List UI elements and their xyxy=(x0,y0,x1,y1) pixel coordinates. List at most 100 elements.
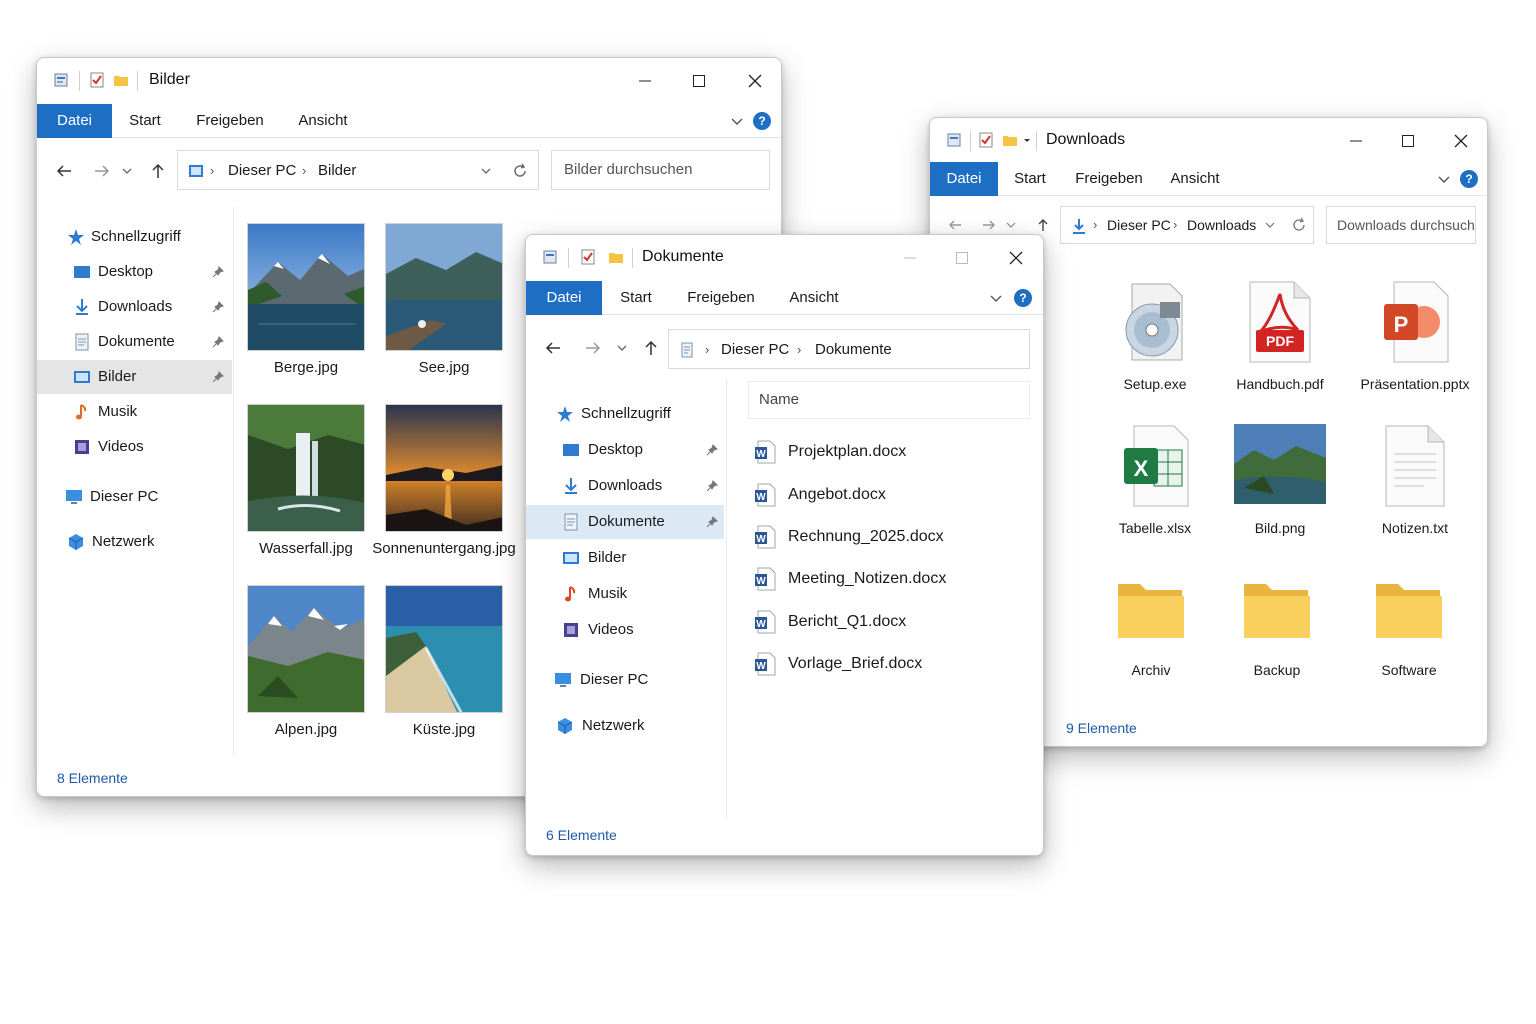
minimize-button[interactable] xyxy=(629,66,661,96)
pin-icon[interactable] xyxy=(212,301,224,313)
chevron-down-icon[interactable] xyxy=(1265,220,1275,230)
title-bar[interactable]: Dokumente xyxy=(526,235,1043,281)
tab-datei[interactable]: Datei xyxy=(930,162,998,196)
minimize-button[interactable] xyxy=(894,243,926,273)
breadcrumb-dieser-pc[interactable]: Dieser PC xyxy=(1107,217,1171,233)
forward-button[interactable] xyxy=(580,335,606,361)
sidebar-item-schnellzugriff[interactable]: Schnellzugriff xyxy=(37,220,232,254)
tab-freigeben[interactable]: Freigeben xyxy=(682,281,760,315)
pin-icon[interactable] xyxy=(706,444,718,456)
chevron-down-icon[interactable] xyxy=(480,165,492,177)
address-bar[interactable]: › Dieser PC › Downloads xyxy=(1060,206,1314,244)
new-folder-icon[interactable] xyxy=(608,249,624,265)
refresh-button[interactable] xyxy=(507,158,533,184)
pin-icon[interactable] xyxy=(212,266,224,278)
folder-item[interactable]: Archiv xyxy=(1086,576,1216,696)
up-button[interactable] xyxy=(638,335,664,361)
maximize-button[interactable] xyxy=(946,243,978,273)
column-header-name[interactable]: Name xyxy=(748,381,1030,419)
refresh-button[interactable] xyxy=(1286,212,1312,238)
file-item[interactable]: Bild.png xyxy=(1215,424,1345,544)
breadcrumb-dokumente[interactable]: Dokumente xyxy=(815,341,892,358)
sidebar-item-videos[interactable]: Videos xyxy=(526,613,724,647)
sidebar-item-musik[interactable]: Musik xyxy=(526,577,724,611)
maximize-button[interactable] xyxy=(1392,126,1424,156)
tab-start[interactable]: Start xyxy=(614,281,658,315)
tab-freigeben[interactable]: Freigeben xyxy=(1072,162,1146,196)
checklist-icon[interactable] xyxy=(89,72,105,88)
tab-start[interactable]: Start xyxy=(1008,162,1052,196)
new-folder-icon[interactable] xyxy=(113,72,129,88)
search-input[interactable]: Bilder durchsuchen xyxy=(551,150,770,190)
sidebar-item-desktop[interactable]: Desktop xyxy=(37,255,232,289)
close-button[interactable] xyxy=(1000,243,1032,273)
window-dokumente[interactable]: Dokumente Datei Start Freigeben Ansicht … xyxy=(525,234,1044,856)
recent-locations-button[interactable] xyxy=(614,335,630,361)
help-button[interactable]: ? xyxy=(1460,170,1478,188)
sidebar-item-netzwerk[interactable]: Netzwerk xyxy=(37,525,232,559)
chevron-down-icon[interactable] xyxy=(729,113,745,129)
tab-ansicht[interactable]: Ansicht xyxy=(293,104,353,138)
breadcrumb-dieser-pc[interactable]: Dieser PC xyxy=(228,162,296,179)
sidebar-item-downloads[interactable]: Downloads xyxy=(526,469,724,503)
folder-item[interactable]: Backup xyxy=(1212,576,1342,696)
file-row[interactable]: W Bericht_Q1.docx xyxy=(754,608,1030,638)
new-folder-icon[interactable] xyxy=(1002,132,1018,148)
close-button[interactable] xyxy=(1445,126,1477,156)
file-item[interactable]: P Präsentation.pptx xyxy=(1350,280,1480,400)
checklist-icon[interactable] xyxy=(978,132,994,148)
help-button[interactable]: ? xyxy=(1014,289,1032,307)
title-bar[interactable]: Downloads xyxy=(930,118,1487,164)
back-button[interactable] xyxy=(540,335,566,361)
address-bar[interactable]: › Dieser PC › Dokumente xyxy=(668,329,1030,369)
sidebar-item-bilder[interactable]: Bilder xyxy=(526,541,724,575)
file-row[interactable]: W Angebot.docx xyxy=(754,481,1030,511)
sidebar-item-dokumente[interactable]: Dokumente xyxy=(37,325,232,359)
sidebar-item-downloads[interactable]: Downloads xyxy=(37,290,232,324)
tab-datei[interactable]: Datei xyxy=(37,104,112,138)
tab-datei[interactable]: Datei xyxy=(526,281,602,315)
sidebar-item-dokumente[interactable]: Dokumente xyxy=(526,505,724,539)
customize-dropdown-icon[interactable] xyxy=(1022,132,1032,148)
close-button[interactable] xyxy=(739,66,771,96)
sidebar-item-schnellzugriff[interactable]: Schnellzugriff xyxy=(526,397,724,431)
sidebar-item-dieser-pc[interactable]: Dieser PC xyxy=(37,480,232,514)
file-row[interactable]: W Projektplan.docx xyxy=(754,438,1030,468)
breadcrumb-dieser-pc[interactable]: Dieser PC xyxy=(721,341,789,358)
sidebar-item-netzwerk[interactable]: Netzwerk xyxy=(526,709,724,743)
pin-icon[interactable] xyxy=(212,371,224,383)
properties-icon[interactable] xyxy=(53,72,69,88)
up-button[interactable] xyxy=(145,158,171,184)
minimize-button[interactable] xyxy=(1340,126,1372,156)
chevron-down-icon[interactable] xyxy=(988,290,1004,306)
file-item[interactable]: Setup.exe xyxy=(1090,280,1220,400)
pin-icon[interactable] xyxy=(212,336,224,348)
file-row[interactable]: W Rechnung_2025.docx xyxy=(754,523,1030,553)
maximize-button[interactable] xyxy=(683,66,715,96)
tab-freigeben[interactable]: Freigeben xyxy=(191,104,269,138)
title-bar[interactable]: Bilder xyxy=(37,58,781,104)
breadcrumb-bilder[interactable]: Bilder xyxy=(318,162,356,179)
folder-item[interactable]: Software xyxy=(1344,576,1474,696)
file-item[interactable]: PDF Handbuch.pdf xyxy=(1215,280,1345,400)
pin-icon[interactable] xyxy=(706,516,718,528)
breadcrumb-downloads[interactable]: Downloads xyxy=(1187,217,1256,233)
address-bar[interactable]: › Dieser PC › Bilder xyxy=(177,150,539,190)
sidebar-item-desktop[interactable]: Desktop xyxy=(526,433,724,467)
sidebar-item-videos[interactable]: Videos xyxy=(37,430,232,464)
search-input[interactable]: Downloads durchsuchen xyxy=(1326,206,1476,244)
tab-start[interactable]: Start xyxy=(123,104,167,138)
file-row[interactable]: W Meeting_Notizen.docx xyxy=(754,565,1030,595)
chevron-down-icon[interactable] xyxy=(1436,171,1452,187)
file-item[interactable]: X Tabelle.xlsx xyxy=(1090,424,1220,544)
tab-ansicht[interactable]: Ansicht xyxy=(1166,162,1224,196)
checklist-icon[interactable] xyxy=(580,249,596,265)
help-button[interactable]: ? xyxy=(753,112,771,130)
sidebar-item-musik[interactable]: Musik xyxy=(37,395,232,429)
forward-button[interactable] xyxy=(89,158,115,184)
file-item[interactable]: Notizen.txt xyxy=(1350,424,1480,544)
sidebar-item-dieser-pc[interactable]: Dieser PC xyxy=(526,663,724,697)
file-row[interactable]: W Vorlage_Brief.docx xyxy=(754,650,1030,680)
properties-icon[interactable] xyxy=(946,132,962,148)
back-button[interactable] xyxy=(51,158,77,184)
